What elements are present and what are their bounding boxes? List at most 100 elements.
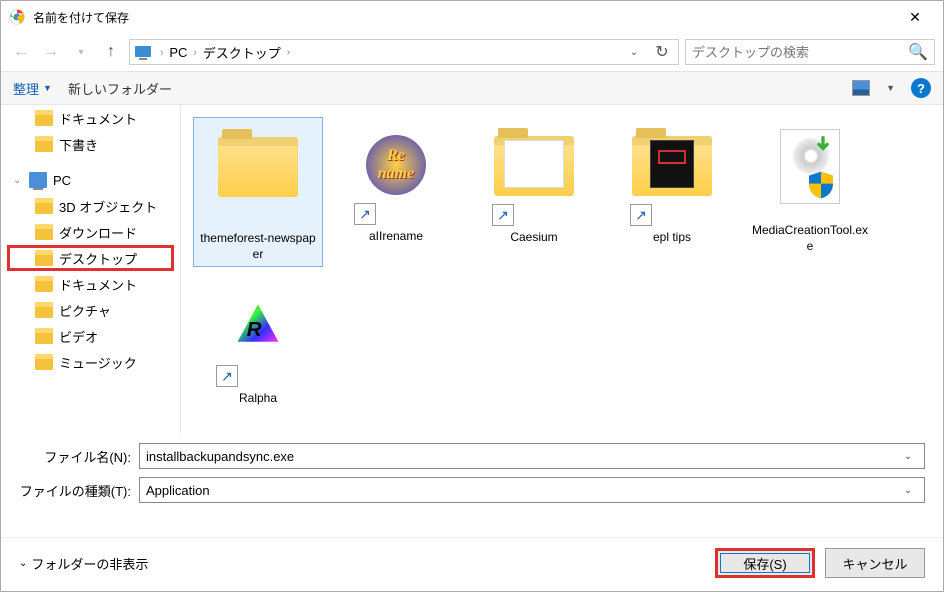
sidebar-item-music[interactable]: ミュージック [1,349,180,375]
search-box[interactable]: 🔍 [685,39,935,65]
file-item[interactable]: R ↗ Ralpha [193,275,323,411]
chevron-down-icon: ▼ [43,83,52,93]
location-icon [134,43,152,61]
sidebar-item-pc[interactable]: ⌄ PC [1,167,180,193]
file-name: epl tips [611,230,733,246]
breadcrumb-pc[interactable]: PC [165,45,191,60]
sidebar-item-label: 3D オブジェクト [59,197,157,216]
up-button[interactable]: ↑ [99,40,123,64]
svg-text:R: R [247,318,262,341]
folder-icon [35,276,53,292]
view-icon[interactable] [852,80,870,96]
folder-icon [35,136,53,152]
folder-icon [35,354,53,370]
chevron-right-icon: › [158,47,165,58]
hide-folders-toggle[interactable]: ⌄フォルダーの非表示 [19,554,148,573]
chevron-down-icon: ⌄ [13,175,23,186]
sidebar-item-documents[interactable]: ドキュメント [1,105,180,131]
filetype-dropdown[interactable]: ⌄ [898,485,918,496]
folder-icon: ↗ [484,136,584,226]
sidebar-item-label: 下書き [59,135,98,154]
shortcut-icon: ↗ [492,204,514,226]
form-panel: ファイル名(N): ⌄ ファイルの種類(T): Application ⌄ [1,433,943,517]
sidebar-item-documents2[interactable]: ドキュメント [1,271,180,297]
footer: ⌄フォルダーの非表示 保存(S) キャンセル [1,537,943,592]
chevron-right-icon: › [191,47,198,58]
sidebar-item-label: ドキュメント [59,109,137,128]
file-grid[interactable]: themeforest-newspaper Rename ↗ aIIrename… [181,105,943,433]
shortcut-icon: ↗ [216,365,238,387]
file-item[interactable]: ↗ epl tips [607,117,737,267]
recent-dropdown[interactable]: ▾ [69,40,93,64]
sidebar-item-label: PC [53,173,71,188]
main-area: ドキュメント 下書き ⌄ PC 3D オブジェクト ダウンロード デスクトップ ド… [1,105,943,433]
file-item[interactable]: themeforest-newspaper [193,117,323,267]
cancel-button[interactable]: キャンセル [825,548,925,578]
folder-icon [35,328,53,344]
chevron-down-icon: ⌄ [19,558,27,569]
folder-icon [35,250,53,266]
sidebar-item-videos[interactable]: ビデオ [1,323,180,349]
sidebar-item-3dobjects[interactable]: 3D オブジェクト [1,193,180,219]
address-dropdown[interactable]: ⌄ [622,40,646,64]
folder-icon [35,198,53,214]
chevron-right-icon: › [285,47,292,58]
navbar: ← → ▾ ↑ › PC › デスクトップ › ⌄ ↻ 🔍 [1,33,943,71]
filename-field[interactable]: ⌄ [139,443,925,469]
file-item[interactable]: ↗ Caesium [469,117,599,267]
exe-icon [760,129,860,219]
forward-button[interactable]: → [39,40,63,64]
toolbar: 整理 ▼ 新しいフォルダー ▼ ? [1,71,943,105]
pc-icon [29,172,47,188]
folder-icon: ↗ [622,136,722,226]
chrome-icon [9,9,25,25]
shortcut-icon: ↗ [354,203,376,225]
sidebar-item-label: ビデオ [59,327,98,346]
close-button[interactable]: ✕ [895,9,935,26]
app-icon: R ↗ [208,297,308,387]
filename-label: ファイル名(N): [19,447,139,466]
breadcrumb-desktop[interactable]: デスクトップ [199,43,285,62]
app-icon: Rename ↗ [346,135,446,225]
file-name: aIIrename [335,229,457,245]
titlebar: 名前を付けて保存 ✕ [1,1,943,33]
save-button-highlight: 保存(S) [715,548,815,578]
help-button[interactable]: ? [911,78,931,98]
sidebar-item-label: ミュージック [59,353,137,372]
filetype-value: Application [146,483,898,498]
sidebar-item-pictures[interactable]: ピクチャ [1,297,180,323]
folder-icon [35,224,53,240]
filename-input[interactable] [146,449,898,464]
refresh-button[interactable]: ↻ [650,40,674,64]
sidebar-item-desktop[interactable]: デスクトップ [7,245,174,271]
view-dropdown[interactable]: ▼ [886,83,895,93]
sidebar-item-drafts[interactable]: 下書き [1,131,180,157]
window-title: 名前を付けて保存 [33,9,895,26]
filetype-field[interactable]: Application ⌄ [139,477,925,503]
sidebar-item-downloads[interactable]: ダウンロード [1,219,180,245]
back-button[interactable]: ← [9,40,33,64]
file-name: themeforest-newspaper [198,231,318,262]
sidebar-item-label: デスクトップ [59,249,137,268]
shortcut-icon: ↗ [630,204,652,226]
file-name: MediaCreationTool.exe [749,223,871,254]
save-button[interactable]: 保存(S) [720,553,810,573]
search-icon[interactable]: 🔍 [908,42,928,62]
sidebar: ドキュメント 下書き ⌄ PC 3D オブジェクト ダウンロード デスクトップ ド… [1,105,181,433]
sidebar-item-label: ダウンロード [59,223,137,242]
file-item[interactable]: MediaCreationTool.exe [745,117,875,267]
file-item[interactable]: Rename ↗ aIIrename [331,117,461,267]
organize-button[interactable]: 整理 ▼ [13,79,52,98]
folder-icon [35,302,53,318]
filetype-label: ファイルの種類(T): [19,481,139,500]
folder-icon [208,137,308,227]
folder-icon [35,110,53,126]
sidebar-item-label: ピクチャ [59,301,111,320]
sidebar-item-label: ドキュメント [59,275,137,294]
address-bar[interactable]: › PC › デスクトップ › ⌄ ↻ [129,39,679,65]
new-folder-button[interactable]: 新しいフォルダー [68,79,172,98]
search-input[interactable] [692,45,908,60]
file-name: Caesium [473,230,595,246]
file-name: Ralpha [197,391,319,407]
filename-dropdown[interactable]: ⌄ [898,451,918,462]
